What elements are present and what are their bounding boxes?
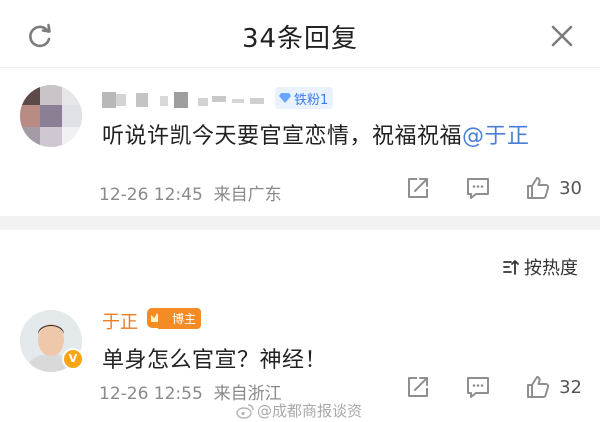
comment-text: 听说许凯今天要官宣恋情，祝福祝福@于正	[102, 118, 530, 150]
fan-badge: 铁粉1	[275, 87, 334, 109]
sort-by-heat-button[interactable]: 按热度	[502, 254, 578, 280]
avatar[interactable]: V	[20, 310, 84, 372]
username[interactable]: 于正	[102, 308, 138, 334]
dialog-header: 34条回复	[0, 0, 600, 68]
mention-link[interactable]: @于正	[462, 124, 530, 149]
close-icon[interactable]	[548, 22, 576, 50]
comment-actions: 30	[405, 175, 582, 201]
comment-time: 12-26 12:45	[99, 185, 203, 205]
blogger-badge: 博主	[146, 307, 202, 329]
weibo-icon	[236, 403, 254, 419]
like-count: 32	[559, 376, 582, 398]
diamond-icon	[279, 93, 291, 103]
section-divider	[0, 216, 600, 230]
watermark-text: @成都商报谈资	[257, 402, 363, 420]
page-title: 34条回复	[241, 24, 359, 54]
blurred-username[interactable]	[102, 90, 272, 110]
share-icon[interactable]	[405, 175, 431, 201]
comment-source: 来自广东	[213, 185, 282, 205]
like-icon[interactable]	[525, 374, 551, 400]
blogger-badge-label: 博主	[158, 307, 202, 329]
avatar[interactable]	[20, 85, 82, 147]
comment-item: 按热度 V 于正 博主 单身怎么官宣？神经！ 12-26 12:55 来自浙江	[0, 230, 600, 422]
share-icon[interactable]	[405, 374, 431, 400]
watermark: @成都商报谈资	[236, 400, 362, 421]
comment-time: 12-26 12:55	[99, 384, 203, 404]
comment-meta: 12-26 12:45 来自广东	[99, 180, 282, 205]
verified-badge: V	[62, 348, 84, 370]
comment-text: 单身怎么官宣？神经！	[102, 348, 328, 373]
comment-item: 铁粉1 听说许凯今天要官宣恋情，祝福祝福@于正 12-26 12:45 来自广东…	[0, 68, 600, 216]
comment-text-main: 听说许凯今天要官宣恋情，祝福祝福	[102, 124, 463, 149]
like-icon[interactable]	[525, 175, 551, 201]
comment-icon[interactable]	[465, 175, 491, 201]
fan-badge-label: 铁粉1	[294, 92, 329, 108]
like-count: 30	[559, 177, 582, 199]
sort-icon	[503, 260, 519, 275]
comment-icon[interactable]	[465, 374, 491, 400]
sort-label: 按热度	[524, 258, 578, 279]
comment-actions: 32	[405, 374, 582, 400]
